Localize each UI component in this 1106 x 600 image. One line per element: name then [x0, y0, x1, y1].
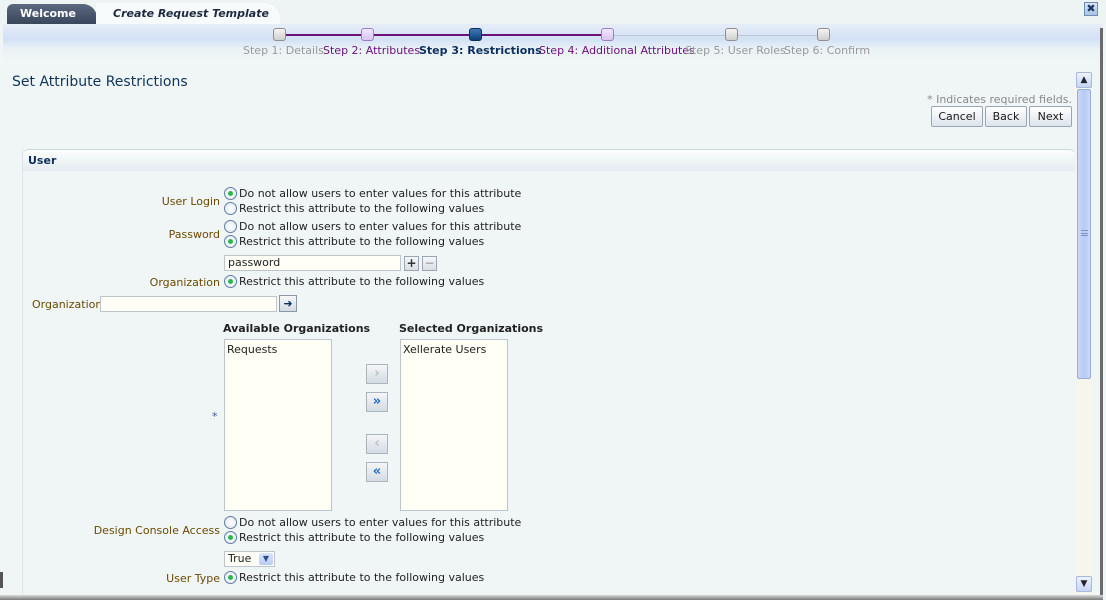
train-connector: [612, 35, 736, 36]
option-label: Restrict this attribute to the following…: [239, 571, 485, 584]
train-node-step-3: [469, 28, 482, 41]
close-icon[interactable]: ✖: [1084, 2, 1098, 16]
add-value-button[interactable]: +: [404, 256, 419, 271]
user-login-deny-option[interactable]: Do not allow users to enter values for t…: [224, 187, 521, 200]
password-label: Password: [168, 228, 220, 241]
password-deny-option[interactable]: Do not allow users to enter values for t…: [224, 220, 521, 233]
move-selected-button[interactable]: ›: [366, 364, 388, 384]
organization-label: Organization: [149, 276, 220, 289]
selected-organizations-list[interactable]: Xellerate Users: [400, 339, 508, 511]
step-2-label[interactable]: Step 2: Attributes: [323, 44, 420, 57]
option-label: Do not allow users to enter values for t…: [239, 187, 522, 200]
scrollbar-thumb[interactable]: [1077, 89, 1091, 379]
train-connector: [374, 34, 481, 36]
design-console-value-select[interactable]: True ▼: [224, 551, 275, 567]
list-item[interactable]: Xellerate Users: [403, 343, 505, 356]
remove-value-button[interactable]: −: [422, 256, 437, 271]
train-connector: [481, 34, 612, 36]
section-header: User: [23, 149, 1075, 171]
chevron-down-icon[interactable]: ▼: [259, 553, 273, 565]
step-3-label: Step 3: Restrictions: [419, 44, 542, 57]
radio-button[interactable]: [224, 187, 237, 200]
scroll-down-icon[interactable]: ▼: [1076, 576, 1092, 592]
option-label: Restrict this attribute to the following…: [239, 531, 485, 544]
step-6-label: Step 6: Confirm: [784, 44, 871, 57]
required-indicator: *: [212, 410, 218, 423]
wizard-train: Step 1: Details Step 2: Attributes Step …: [3, 24, 1103, 62]
grip-icon: [1081, 230, 1088, 236]
step-1-label[interactable]: Step 1: Details: [243, 44, 324, 57]
radio-button[interactable]: [224, 275, 237, 288]
train-node-step-5: [725, 28, 738, 41]
option-label: Restrict this attribute to the following…: [239, 275, 485, 288]
back-button[interactable]: Back: [985, 106, 1027, 127]
tab-create-request-template[interactable]: Create Request Template: [96, 3, 280, 24]
organization-search-label: Organization: [32, 298, 103, 311]
user-login-restrict-option[interactable]: Restrict this attribute to the following…: [224, 202, 484, 215]
selected-organizations-header: Selected Organizations: [399, 322, 544, 335]
create-request-template-page: Welcome Create Request Template ✖ Step 1…: [0, 0, 1106, 600]
user-type-label: User Type: [166, 572, 220, 585]
train-node-step-4[interactable]: [601, 28, 614, 41]
step-4-label[interactable]: Step 4: Additional Attributes: [539, 44, 695, 57]
window-frame-right: [1100, 28, 1103, 600]
design-console-access-label: Design Console Access: [93, 524, 220, 537]
password-restrict-option[interactable]: Restrict this attribute to the following…: [224, 235, 484, 248]
selected-value: True: [228, 552, 252, 565]
radio-button[interactable]: [224, 220, 237, 233]
train-connector: [736, 35, 826, 36]
section-title: User: [28, 154, 57, 167]
cancel-button[interactable]: Cancel: [931, 106, 983, 127]
list-item[interactable]: Requests: [227, 343, 329, 356]
move-all-button[interactable]: »: [366, 392, 388, 412]
remove-selected-button[interactable]: ‹: [366, 434, 388, 454]
radio-button[interactable]: [224, 202, 237, 215]
organization-restrict-option[interactable]: Restrict this attribute to the following…: [224, 275, 484, 288]
page-title: Set Attribute Restrictions: [12, 74, 188, 90]
user-login-label: User Login: [161, 195, 220, 208]
radio-button[interactable]: [224, 531, 237, 544]
required-fields-note: * Indicates required fields.: [927, 93, 1072, 106]
go-arrow-icon[interactable]: ➜: [279, 295, 297, 312]
tab-welcome[interactable]: Welcome: [7, 4, 97, 24]
next-button[interactable]: Next: [1029, 106, 1072, 127]
tab-bar: Welcome Create Request Template ✖: [0, 0, 1106, 24]
step-5-label: Step 5: User Roles: [685, 44, 786, 57]
organization-search-input[interactable]: [100, 296, 277, 312]
available-organizations-list[interactable]: Requests: [224, 339, 332, 511]
window-frame-left: [0, 572, 3, 588]
password-value-input[interactable]: password: [224, 255, 401, 271]
radio-button[interactable]: [224, 235, 237, 248]
option-label: Do not allow users to enter values for t…: [239, 220, 522, 233]
remove-all-button[interactable]: «: [366, 462, 388, 482]
design-console-deny-option[interactable]: Do not allow users to enter values for t…: [224, 516, 521, 529]
user-type-restrict-option[interactable]: Restrict this attribute to the following…: [224, 571, 484, 584]
option-label: Restrict this attribute to the following…: [239, 235, 485, 248]
radio-button[interactable]: [224, 571, 237, 584]
train-node-step-6: [817, 28, 830, 41]
radio-button[interactable]: [224, 516, 237, 529]
train-node-step-1[interactable]: [273, 28, 286, 41]
window-frame-bottom: [0, 595, 1103, 600]
option-label: Restrict this attribute to the following…: [239, 202, 485, 215]
available-organizations-header: Available Organizations: [223, 322, 371, 335]
train-node-step-2[interactable]: [361, 28, 374, 41]
scroll-up-icon[interactable]: ▲: [1076, 72, 1092, 88]
design-console-restrict-option[interactable]: Restrict this attribute to the following…: [224, 531, 484, 544]
option-label: Do not allow users to enter values for t…: [239, 516, 522, 529]
